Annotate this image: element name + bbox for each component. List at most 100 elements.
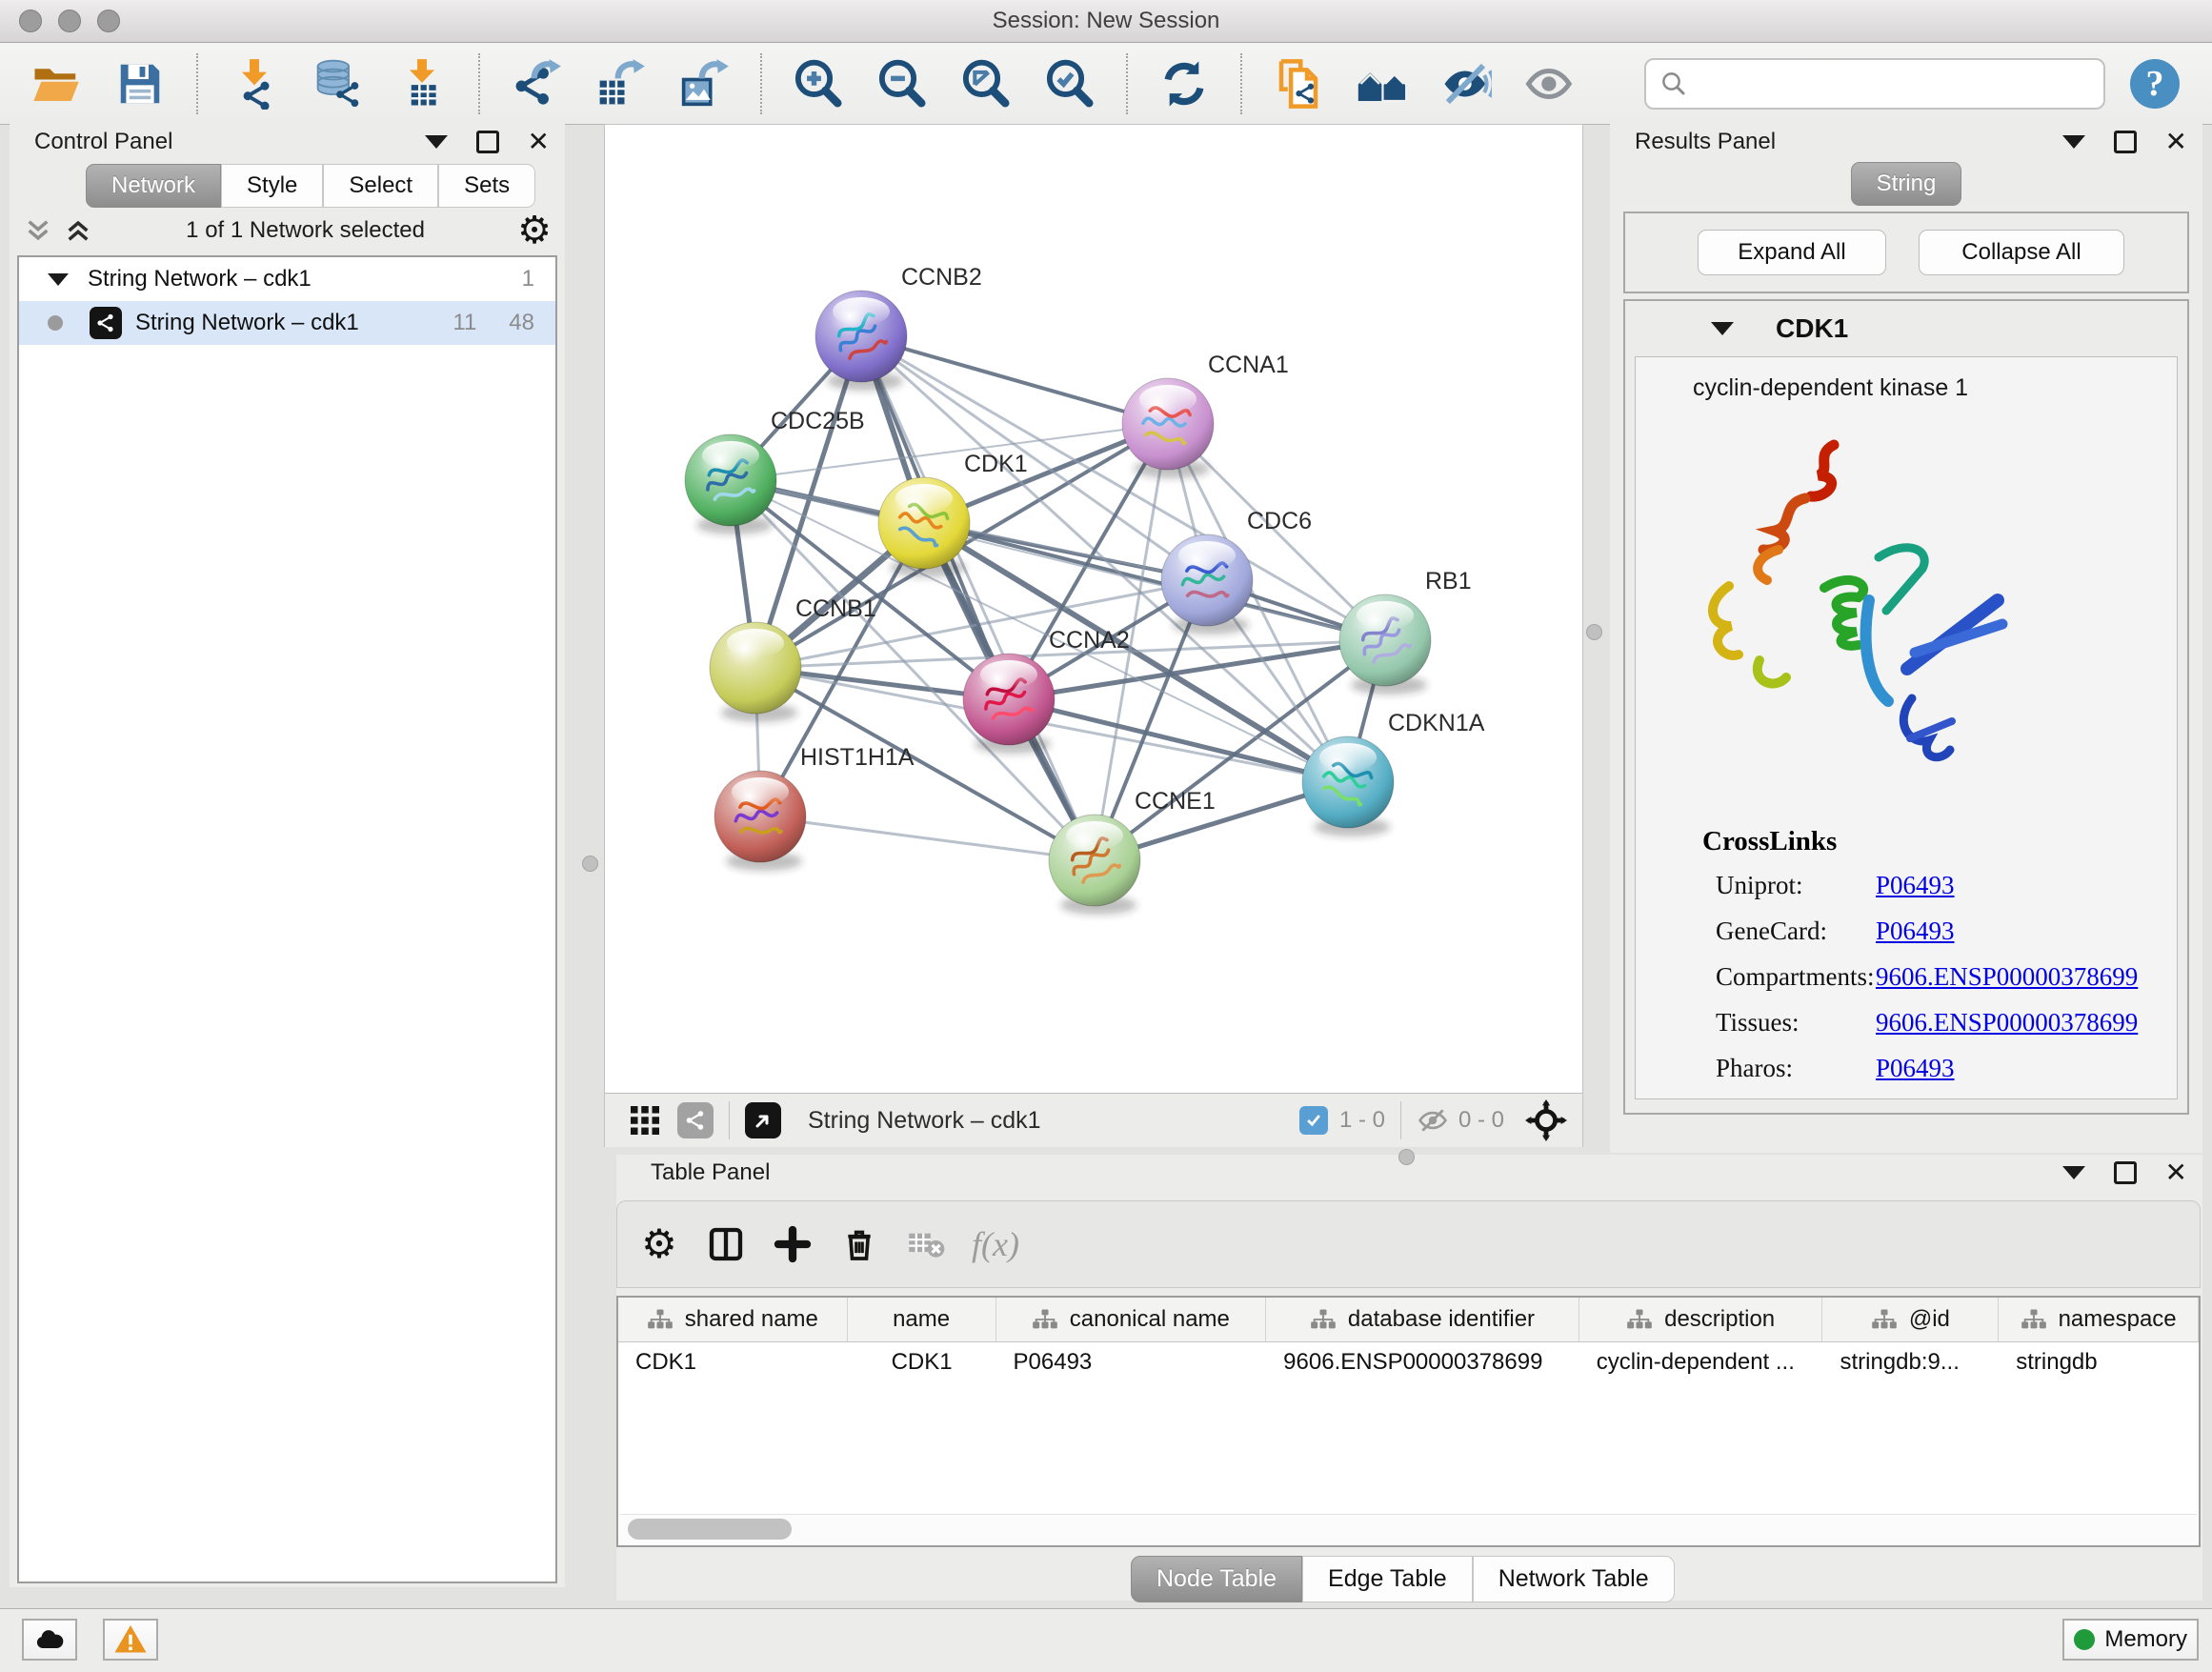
column-header-namespace[interactable]: namespace — [1999, 1298, 2199, 1341]
collapse-all-button[interactable]: Collapse All — [1919, 230, 2124, 275]
panel-menu-icon[interactable] — [425, 135, 448, 149]
export-table-icon[interactable] — [593, 56, 648, 111]
table-row[interactable]: CDK1CDK1P064939606.ENSP00000378699cyclin… — [618, 1342, 2199, 1382]
table-cell[interactable]: stringdb — [1999, 1342, 2199, 1382]
tab-style[interactable]: Style — [221, 164, 323, 208]
network-node-cdk1[interactable]: CDK1 — [878, 451, 1028, 577]
minimize-window-icon[interactable] — [58, 10, 81, 32]
network-view-icon[interactable] — [677, 1102, 714, 1138]
tree-caret-icon[interactable] — [48, 273, 69, 286]
bottom-splitter-handle[interactable] — [1398, 1149, 1415, 1165]
search-box[interactable] — [1644, 58, 2105, 110]
column-header-shared-name[interactable]: shared name — [618, 1298, 848, 1341]
gene-header[interactable]: CDK1 — [1625, 301, 2187, 356]
table-cell[interactable]: CDK1 — [848, 1342, 996, 1382]
right-splitter-handle[interactable] — [1586, 624, 1602, 640]
network-node-cdkn1a[interactable]: CDKN1A — [1302, 710, 1485, 836]
grid-view-icon[interactable] — [628, 1103, 662, 1138]
table-settings-gear-icon[interactable]: ⚙ — [638, 1223, 680, 1265]
export-image-icon[interactable] — [676, 56, 732, 111]
export-network-icon[interactable] — [509, 56, 564, 111]
home-icon[interactable] — [1355, 56, 1410, 111]
column-header--id[interactable]: @id — [1822, 1298, 1999, 1341]
save-icon[interactable] — [112, 56, 168, 111]
tab-string[interactable]: String — [1851, 162, 1962, 206]
tab-select[interactable]: Select — [323, 164, 438, 208]
hide-selected-icon[interactable] — [1438, 56, 1494, 111]
table-cell[interactable]: P06493 — [996, 1342, 1267, 1382]
panel-float-icon[interactable] — [2114, 1161, 2137, 1184]
warning-button[interactable] — [103, 1619, 158, 1661]
show-columns-icon[interactable] — [705, 1223, 747, 1265]
network-node-hist1h1a[interactable]: HIST1H1A — [714, 744, 915, 871]
panel-float-icon[interactable] — [476, 131, 499, 153]
collapse-gene-icon[interactable] — [1711, 322, 1734, 335]
cloud-button[interactable] — [22, 1619, 77, 1661]
maximize-window-icon[interactable] — [97, 10, 120, 32]
column-header-description[interactable]: description — [1579, 1298, 1823, 1341]
table-panel: Table Panel ✕ ⚙ f(x) shared namenamecano… — [616, 1155, 2202, 1601]
crosslink-link[interactable]: 9606.ENSP00000378699 — [1876, 1008, 2138, 1037]
zoom-fit-icon[interactable] — [958, 56, 1014, 111]
crosslink-link[interactable]: P06493 — [1876, 871, 1955, 900]
zoom-selected-icon[interactable] — [1042, 56, 1097, 111]
column-header-canonical-name[interactable]: canonical name — [996, 1298, 1267, 1341]
import-table-icon[interactable] — [394, 56, 450, 111]
column-header-name[interactable]: name — [848, 1298, 996, 1341]
tab-node-table[interactable]: Node Table — [1131, 1556, 1302, 1602]
function-builder-icon[interactable]: f(x) — [972, 1223, 1019, 1265]
birdseye-view-icon[interactable] — [745, 1102, 781, 1138]
add-column-icon[interactable] — [772, 1223, 814, 1265]
network-node-ccnb1[interactable]: CCNB1 — [710, 595, 876, 722]
crosslink-link[interactable]: 9606.ENSP00000378699 — [1876, 962, 2138, 992]
crosslink-link[interactable]: P06493 — [1876, 1054, 1955, 1083]
table-cell[interactable]: stringdb:9... — [1822, 1342, 1999, 1382]
tab-edge-table[interactable]: Edge Table — [1302, 1556, 1473, 1602]
help-button[interactable]: ? — [2130, 59, 2180, 109]
delete-column-trash-icon[interactable] — [838, 1223, 880, 1265]
table-cell[interactable]: CDK1 — [618, 1342, 848, 1382]
zoom-out-icon[interactable] — [875, 56, 930, 111]
panel-menu-icon[interactable] — [2062, 1166, 2085, 1179]
table-cell[interactable]: cyclin-dependent ... — [1579, 1342, 1823, 1382]
expand-all-icon[interactable] — [63, 215, 93, 246]
network-edge[interactable] — [760, 816, 1095, 860]
refresh-icon[interactable] — [1156, 56, 1212, 111]
selected-checkbox-icon[interactable] — [1299, 1106, 1328, 1135]
panel-close-icon[interactable]: ✕ — [2165, 1163, 2187, 1182]
table-horizontal-scrollbar[interactable] — [620, 1514, 2197, 1543]
copy-network-icon[interactable] — [1271, 56, 1326, 111]
panel-float-icon[interactable] — [2114, 131, 2137, 153]
column-header-database-identifier[interactable]: database identifier — [1266, 1298, 1579, 1341]
crosslink-link[interactable]: P06493 — [1876, 917, 1955, 946]
network-collection-row[interactable]: String Network – cdk1 1 — [19, 257, 555, 301]
close-window-icon[interactable] — [19, 10, 42, 32]
tab-network[interactable]: Network — [86, 164, 221, 208]
tab-network-table[interactable]: Network Table — [1473, 1556, 1675, 1602]
panel-close-icon[interactable]: ✕ — [528, 132, 550, 151]
delete-table-icon[interactable] — [905, 1223, 947, 1265]
memory-button[interactable]: Memory — [2062, 1619, 2199, 1661]
panel-close-icon[interactable]: ✕ — [2165, 132, 2187, 151]
network-node-ccna1[interactable]: CCNA1 — [1122, 352, 1289, 478]
collapse-all-icon[interactable] — [23, 215, 53, 246]
network-node-rb1[interactable]: RB1 — [1339, 568, 1472, 695]
import-network-icon[interactable] — [227, 56, 282, 111]
expand-all-button[interactable]: Expand All — [1698, 230, 1886, 275]
network-node-ccne1[interactable]: CCNE1 — [1049, 788, 1216, 915]
navigator-crosshair-icon[interactable] — [1525, 1099, 1567, 1141]
panel-menu-icon[interactable] — [2062, 135, 2085, 149]
import-database-icon[interactable] — [311, 56, 366, 111]
tab-sets[interactable]: Sets — [438, 164, 535, 208]
scrollbar-thumb[interactable] — [628, 1519, 792, 1540]
gear-icon[interactable]: ⚙ — [517, 212, 552, 250]
left-splitter-handle[interactable] — [582, 856, 598, 872]
network-canvas[interactable]: CCNB2CCNA1CDC25BCDK1CDC6RB1CCNB1CCNA2CDK… — [605, 125, 1582, 1093]
network-row[interactable]: String Network – cdk1 11 48 — [19, 301, 555, 345]
search-input[interactable] — [1698, 64, 2103, 104]
show-all-icon[interactable] — [1522, 56, 1578, 111]
zoom-in-icon[interactable] — [791, 56, 846, 111]
network-edge[interactable] — [861, 336, 1095, 860]
open-icon[interactable] — [29, 56, 84, 111]
table-cell[interactable]: 9606.ENSP00000378699 — [1266, 1342, 1579, 1382]
